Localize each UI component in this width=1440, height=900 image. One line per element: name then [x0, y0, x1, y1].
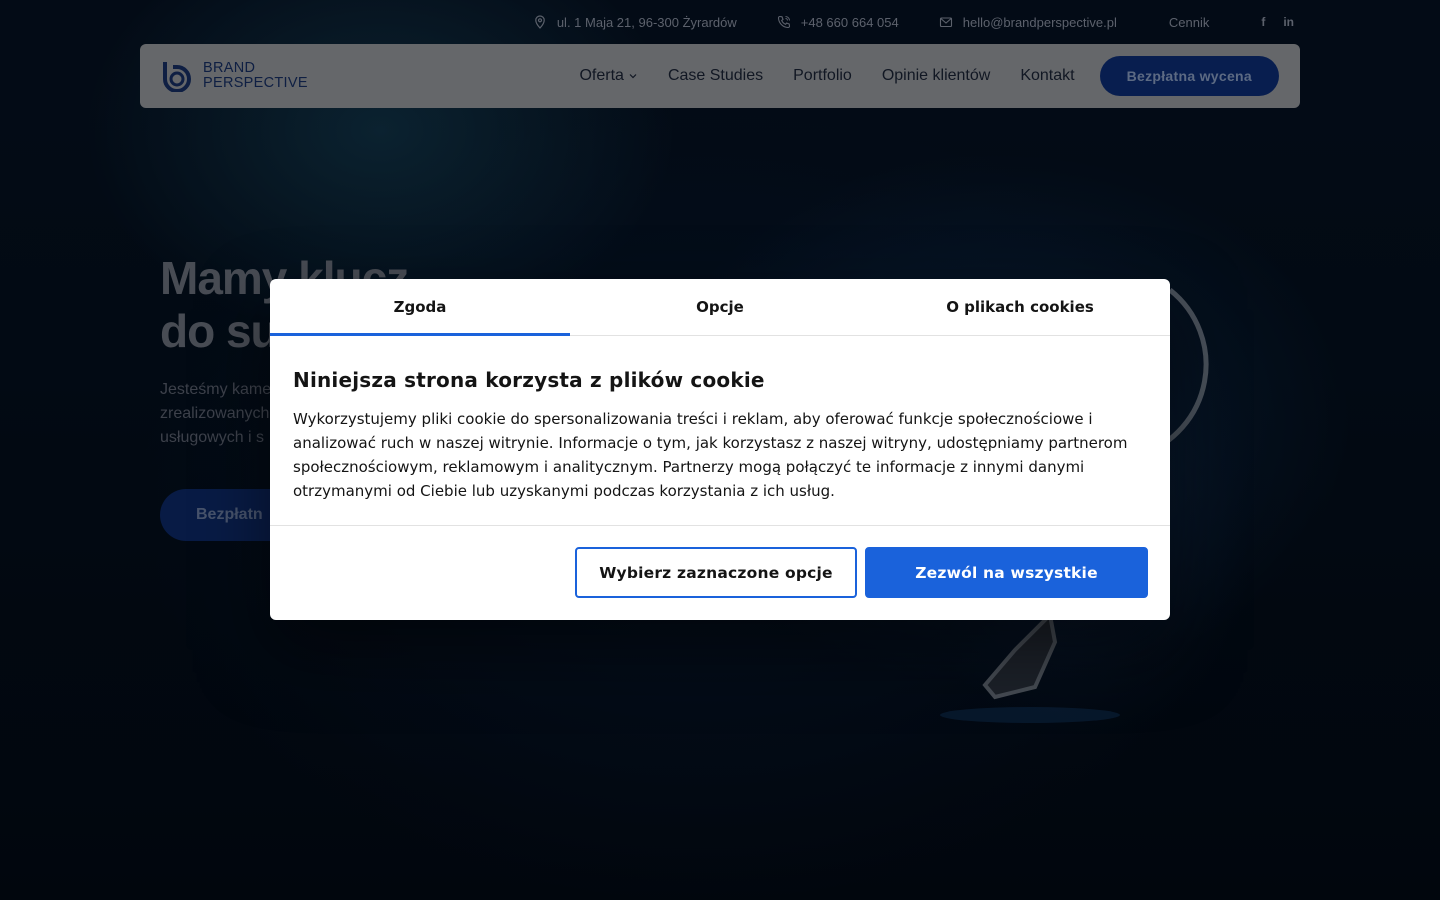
tab-opcje[interactable]: Opcje	[570, 279, 870, 335]
cookie-dialog-text: Wykorzystujemy pliki cookie do spersonal…	[293, 410, 1128, 500]
cookie-consent-dialog: Zgoda Opcje O plikach cookies Niniejsza …	[270, 279, 1170, 620]
cookie-dialog-body: Niniejsza strona korzysta z plików cooki…	[270, 336, 1170, 526]
tab-o-plikach-cookies[interactable]: O plikach cookies	[870, 279, 1170, 335]
tab-zgoda[interactable]: Zgoda	[270, 279, 570, 336]
allow-all-button[interactable]: Zezwól na wszystkie	[865, 547, 1148, 598]
allow-selected-button[interactable]: Wybierz zaznaczone opcje	[575, 547, 857, 598]
cookie-tabs: Zgoda Opcje O plikach cookies	[270, 279, 1170, 336]
cookie-dialog-actions: Wybierz zaznaczone opcje Zezwól na wszys…	[270, 526, 1170, 598]
cookie-dialog-title: Niniejsza strona korzysta z plików cooki…	[293, 368, 765, 392]
